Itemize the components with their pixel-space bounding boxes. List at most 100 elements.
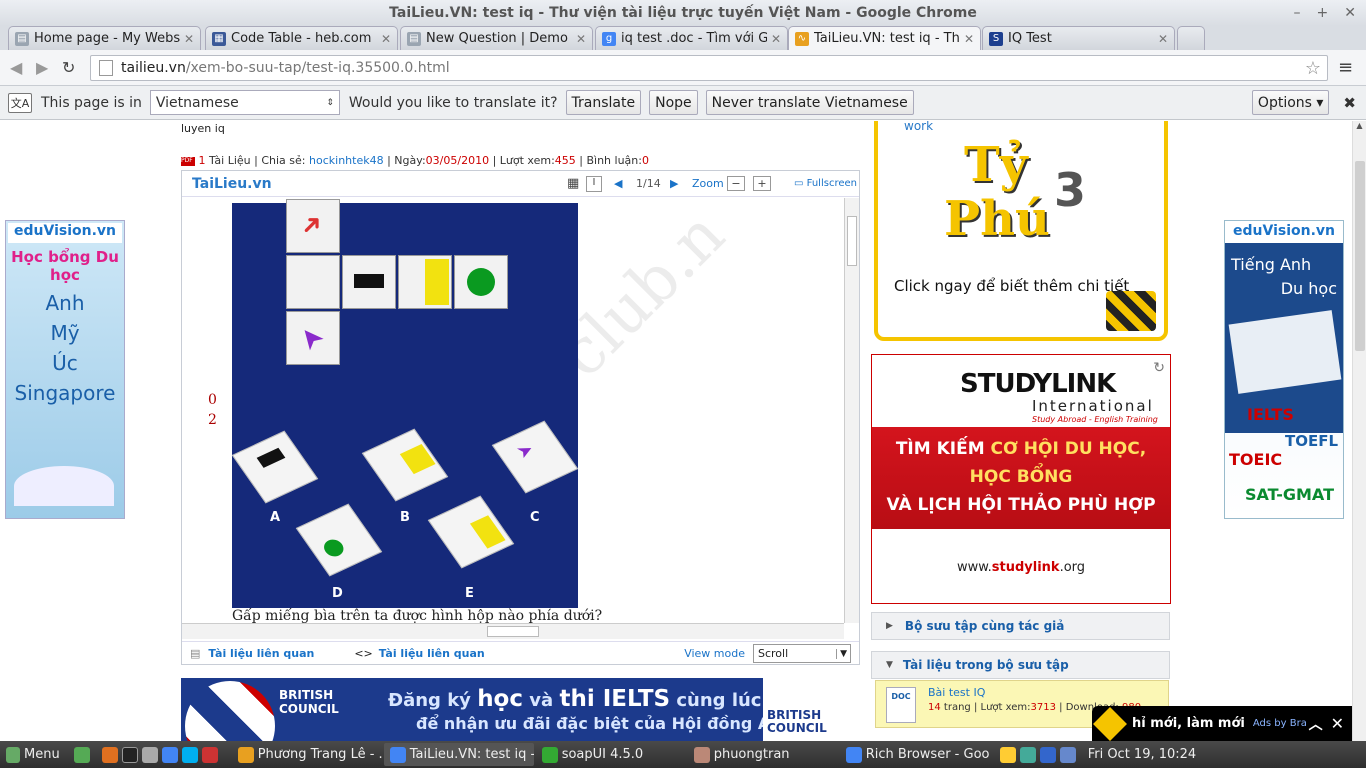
viewer-hscroll-thumb[interactable] [487,626,539,637]
google-icon: g [602,31,616,46]
close-tab-icon[interactable]: ✕ [576,32,586,46]
shield-icon[interactable] [1039,746,1056,763]
close-window-icon[interactable]: ✕ [1344,0,1356,26]
view-mode-select[interactable]: Scroll ▼ [753,644,851,663]
window-title: TaiLieu.VN: test iq - Thư viện tài liệu … [389,5,977,21]
start-menu-button[interactable]: Menu [0,743,66,766]
british-council-ad[interactable]: BRITISH COUNCIL Đăng ký học và thi IELTS… [181,678,763,741]
option-label-a: A [270,510,281,525]
options-button[interactable]: Options ▾ [1251,90,1330,115]
tab-iq-test[interactable]: S IQ Test ✕ [982,26,1175,50]
text-select-icon[interactable]: I [586,175,602,192]
scroll-up-icon[interactable]: ▲ [1353,121,1366,130]
section-same-author[interactable]: ▶ Bộ sưu tập cùng tác giả [871,612,1170,640]
minimize-icon[interactable]: – [1294,0,1301,26]
tab-code-table[interactable]: ▦ Code Table - heb.com ✕ [205,26,398,50]
union-jack-icon [185,681,275,741]
related-docs-link[interactable]: Tài liệu liên quan [208,647,314,660]
grid-view-icon[interactable]: ▦ [567,176,579,191]
app-icon[interactable] [201,746,218,763]
close-tab-icon[interactable]: ✕ [1158,32,1168,46]
page-scroll-thumb[interactable] [1355,161,1365,351]
maximize-icon[interactable]: + [1317,0,1329,26]
prev-page-icon[interactable]: ◀ [614,177,622,190]
files-icon[interactable] [73,746,90,763]
close-tab-icon[interactable]: ✕ [964,32,974,46]
translate-button[interactable]: Translate [565,90,642,115]
nope-button[interactable]: Nope [649,90,698,115]
language-select[interactable]: Vietnamese ⇕ [149,90,340,115]
taskbar-item-tailieu[interactable]: TaiLieu.VN: test iq -... [383,743,534,766]
next-page-icon[interactable]: ▶ [670,177,678,190]
eduvision-left-ad[interactable]: eduVision.vn Học bổng Du học Anh Mỹ Úc S… [5,220,125,519]
new-tab-button[interactable] [1177,26,1205,50]
close-tab-icon[interactable]: ✕ [381,32,391,46]
skype-icon[interactable] [181,746,198,763]
taskbar-item-phuongtran[interactable]: phuongtran [688,743,838,766]
viewer-horizontal-scrollbar[interactable] [182,623,844,639]
taskbar-item-rich-browser[interactable]: Rich Browser - Goo... [840,743,990,766]
page-indicator[interactable]: 1/14 [636,177,661,190]
page-info-icon[interactable] [99,60,113,76]
translate-prompt: This page is in [41,94,142,111]
chrome-icon[interactable] [161,746,178,763]
close-tab-icon[interactable]: ✕ [771,32,781,46]
section-in-collection[interactable]: ▼ Tài liệu trong bộ sưu tập [871,651,1170,679]
terminal-icon[interactable] [121,746,138,763]
translate-infobar: 文A This page is in Vietnamese ⇕ Would you… [0,86,1366,120]
eduvision-right-ad[interactable]: eduVision.vn Tiếng Anh Du học IELTS TOEF… [1224,220,1344,519]
studylink-logo: STUDYLINK [960,369,1116,399]
collection-item-title[interactable]: Bài test IQ [928,686,985,699]
bookmark-star-icon[interactable]: ☆ [1305,58,1321,79]
related-docs-link-2[interactable]: Tài liệu liên quan [379,647,485,660]
select-arrows-icon: ⇕ [326,97,334,108]
ty-phu-ad[interactable]: work Tỷ Phú 3 Click ngay để biết thêm ch… [874,121,1168,341]
firefox-icon[interactable] [101,746,118,763]
ty-phu-cta[interactable]: Click ngay để biết thêm chi tiết [894,277,1129,295]
address-bar[interactable]: tailieu.vn/xem-bo-suu-tap/test-iq.35500.… [90,55,1328,81]
close-popup-icon[interactable]: ✕ [1331,714,1344,733]
eduvision-logo: eduVision.vn [8,223,122,243]
collapse-icon[interactable]: ︿ [1309,714,1323,734]
viewer-vertical-scrollbar[interactable] [844,198,859,623]
ty-phu-word-2: Phú [944,191,1050,247]
forward-icon[interactable]: ▶ [36,58,48,77]
s-icon: S [989,31,1003,46]
option-label-e: E [465,586,474,601]
zoom-in-button[interactable]: + [753,176,771,191]
refresh-icon[interactable]: ↻ [1153,360,1165,376]
ad-popup-bar[interactable]: hỉ mới, làm mới Ads by Bra ︿ ✕ [1092,706,1352,741]
url-domain: tailieu.vn [121,60,186,76]
net-face-center [286,255,340,309]
gimp-icon[interactable] [141,746,158,763]
info-icon[interactable] [1059,746,1076,763]
page-number: 0 2 [208,392,217,428]
option-label-c: C [530,510,540,525]
sharer-link[interactable]: hockinhtek48 [309,154,384,167]
viewer-scroll-thumb[interactable] [847,216,857,266]
reload-icon[interactable]: ↻ [62,58,75,77]
studylink-ad[interactable]: ↻ STUDYLINK International Study Abroad -… [871,354,1171,604]
tab-strip: ▤ Home page - My Websit ✕ ▦ Code Table - … [0,26,1366,50]
never-translate-button[interactable]: Never translate Vietnamese [705,90,914,115]
clock[interactable]: Fri Oct 19, 10:24 [1088,747,1197,762]
menu-icon[interactable]: ≡ [1338,57,1353,78]
tab-tailieu-active[interactable]: ∿ TaiLieu.VN: test iq - Thư ✕ [788,26,981,50]
taskbar-item-soapui[interactable]: soapUI 4.5.0 [536,743,686,766]
purple-arrow-icon: ➤ [290,318,331,359]
taskbar-item-phuong[interactable]: Phương Trang Lê - ... [232,743,382,766]
chat-icon[interactable] [999,746,1016,763]
tab-iq-test-search[interactable]: g iq test .doc - Tìm với Go ✕ [595,26,788,50]
fullscreen-button[interactable]: ▭ Fullscreen [794,178,857,189]
network-icon[interactable] [1019,746,1036,763]
close-tab-icon[interactable]: ✕ [184,32,194,46]
tab-new-question[interactable]: ▤ New Question | Demo A ✕ [400,26,593,50]
back-icon[interactable]: ◀ [10,58,22,77]
close-infobar-icon[interactable]: ✖ [1343,94,1356,112]
zoom-out-button[interactable]: − [727,176,745,191]
translate-question: Would you like to translate it? [348,94,558,111]
page-vertical-scrollbar[interactable]: ▲ [1352,121,1366,741]
doc-meta: PDF 1 Tài Liệu | Chia sẻ: hockinhtek48 |… [181,154,649,167]
tab-home-page[interactable]: ▤ Home page - My Websit ✕ [8,26,201,50]
studylink-banner: TÌM KIẾM CƠ HỘI DU HỌC, HỌC BỔNG VÀ LỊCH… [872,427,1170,529]
